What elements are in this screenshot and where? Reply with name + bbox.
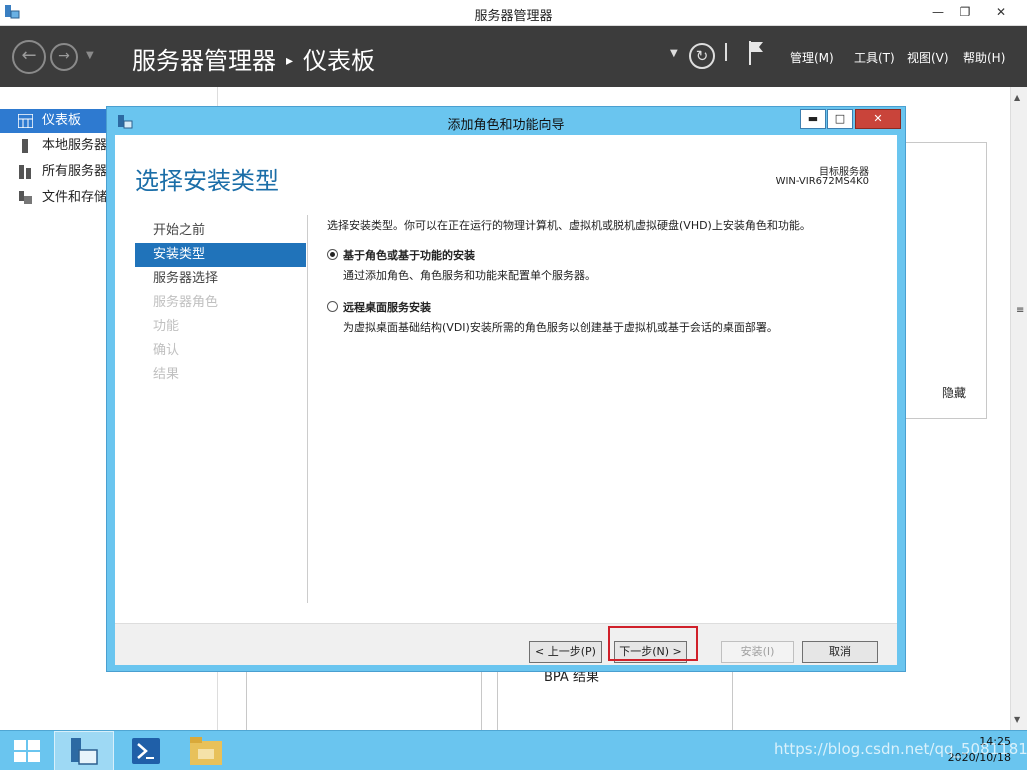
menu-view[interactable]: 视图(V) [907,49,949,66]
dialog-close-button[interactable]: ✕ [855,109,901,129]
sidebar-item-label: 所有服务器 [42,164,108,179]
step-server-roles: 服务器角色 [153,295,219,310]
sidebar-item-label: 本地服务器 [42,138,108,153]
windows-start-icon[interactable] [14,739,40,763]
hide-link[interactable]: 隐藏 [942,384,966,401]
scroll-up-icon[interactable]: ▲ [1014,93,1020,102]
server-manager-icon [71,738,98,765]
tile-left [246,672,482,732]
powershell-icon [132,738,160,764]
taskbar-powershell[interactable] [118,731,178,770]
dialog-maximize-button[interactable]: □ [827,109,853,129]
watermark-text: https://blog.csdn.net/qq_50811817 [774,740,1027,758]
refresh-dropdown-icon[interactable]: ▼ [670,48,678,109]
radio-remote-desktop[interactable] [327,301,338,312]
sidebar-item-label: 仪表板 [42,113,82,128]
window-title: 服务器管理器 [474,9,553,24]
scroll-down-icon[interactable]: ▼ [1014,715,1020,724]
notification-flag-icon[interactable] [747,40,765,66]
add-roles-wizard-dialog: 添加角色和功能向导 ▬ □ ✕ 选择安装类型 目标服务器 WIN-VIR672M… [106,106,906,672]
menu-help[interactable]: 帮助(H) [963,49,1005,66]
tile-right [497,672,733,732]
maximize-button[interactable]: ❐ [951,1,979,22]
dialog-title: 添加角色和功能向导 [447,118,565,133]
next-button-highlight [608,626,698,661]
dialog-titlebar: 添加角色和功能向导 ▬ □ ✕ [107,107,905,135]
option-description: 为虚拟桌面基础结构(VDI)安装所需的角色服务以创建基于虚拟机或基于会话的桌面部… [343,321,778,334]
radio-role-based[interactable] [327,249,338,260]
forward-arrow-icon[interactable]: → [50,43,78,71]
menu-tools[interactable]: 工具(T) [854,49,895,66]
minimize-button[interactable]: — [924,1,952,22]
vertical-scrollbar[interactable]: ▲ ≡ ▼ [1010,87,1027,730]
taskbar-file-explorer[interactable] [178,731,238,770]
welcome-panel [905,142,987,419]
breadcrumb-root[interactable]: 服务器管理器 [132,47,276,75]
previous-button[interactable]: < 上一步(P) [529,641,602,663]
dialog-minimize-button[interactable]: ▬ [800,109,826,129]
breadcrumb-current: 仪表板 [303,47,376,75]
menu-manage[interactable]: 管理(M) [790,49,834,66]
install-button: 安装(I) [721,641,794,663]
option-title[interactable]: 远程桌面服务安装 [343,299,887,315]
window-titlebar: 服务器管理器 — ❐ ✕ [0,0,1027,26]
close-button[interactable]: ✕ [978,1,1024,22]
back-arrow-icon[interactable]: ← [12,40,46,74]
target-server-value: WIN-VIR672MS4K0 [775,176,869,187]
header-bar: ← → ▼ 服务器管理器 ▸ 仪表板 ▼ ↻ 管理(M) 工具(T) 视图(V) 帮… [0,26,1027,87]
history-dropdown-icon[interactable]: ▼ [86,50,94,61]
refresh-icon[interactable]: ↻ [689,43,715,69]
cancel-button[interactable]: 取消 [802,641,878,663]
step-before-you-begin[interactable]: 开始之前 [135,219,306,243]
step-features: 功能 [153,319,180,334]
header-divider [725,43,727,61]
breadcrumb-separator-icon: ▸ [286,53,294,69]
wizard-steps: 开始之前 安装类型 服务器选择 服务器角色 功能 确认 结果 [135,219,306,387]
breadcrumb: 服务器管理器 ▸ 仪表板 [132,41,375,76]
option-remote-desktop[interactable]: 远程桌面服务安装 为虚拟桌面基础结构(VDI)安装所需的角色服务以创建基于虚拟机… [327,299,887,335]
dialog-footer: < 上一步(P) 下一步(N) > 安装(I) 取消 [115,623,897,665]
dialog-body: 选择安装类型 目标服务器 WIN-VIR672MS4K0 开始之前 安装类型 服… [115,135,897,665]
storage-icon [19,191,32,204]
option-title[interactable]: 基于角色或基于功能的安装 [343,247,887,263]
taskbar-server-manager[interactable] [54,731,114,770]
step-server-selection[interactable]: 服务器选择 [135,267,306,291]
dashboard-icon [18,114,33,128]
folder-icon [190,737,222,765]
server-icon [22,139,28,153]
wizard-content: 选择安装类型。你可以在正在运行的物理计算机、虚拟机或脱机虚拟硬盘(VHD)上安装… [327,217,887,335]
intro-text: 选择安装类型。你可以在正在运行的物理计算机、虚拟机或脱机虚拟硬盘(VHD)上安装… [327,219,811,232]
servers-icon [19,165,31,179]
step-results: 结果 [153,367,180,382]
page-title: 选择安装类型 [135,167,279,195]
step-confirmation: 确认 [153,343,180,358]
option-role-based[interactable]: 基于角色或基于功能的安装 通过添加角色、角色服务和功能来配置单个服务器。 [327,247,887,283]
scroll-thumb-icon[interactable]: ≡ [1016,305,1024,316]
steps-divider [307,215,308,603]
option-description: 通过添加角色、角色服务和功能来配置单个服务器。 [343,269,596,282]
step-installation-type[interactable]: 安装类型 [135,243,306,267]
